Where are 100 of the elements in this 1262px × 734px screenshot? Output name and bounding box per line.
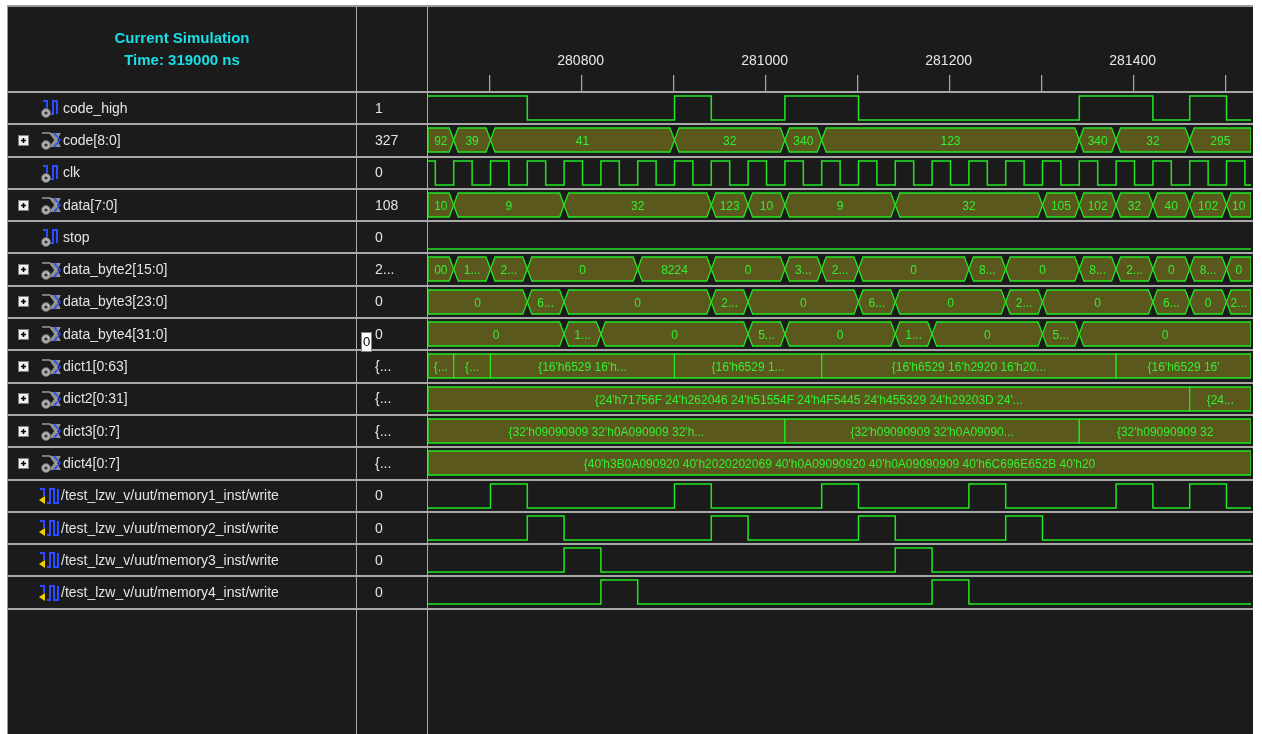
bus-value: 8...: [978, 263, 996, 277]
bus-value: {32'h09090909 32'h0A09090...: [850, 424, 1014, 439]
bus-value: 0: [492, 327, 500, 342]
bus-value: {16'h6529 16'h...: [538, 359, 627, 374]
bus-value: 340: [793, 133, 814, 148]
bus-value: 2...: [721, 295, 739, 310]
signal-value: {...: [375, 453, 392, 473]
signal-name[interactable]: clk: [63, 162, 81, 184]
expand-icon[interactable]: [17, 361, 29, 372]
bus-segment: [1152, 256, 1191, 283]
bus-value: 6...: [537, 295, 555, 310]
signal-name[interactable]: code_high: [63, 97, 128, 119]
bus-value: 5...: [758, 327, 775, 342]
bus-value: 295: [1210, 133, 1231, 148]
signal-value: {...: [375, 421, 392, 441]
expand-icon[interactable]: [17, 393, 29, 405]
bus-value: 0: [671, 327, 678, 342]
bus-value: 0: [983, 327, 991, 342]
bus-value: 2...: [1230, 295, 1248, 310]
bus-segment: [1115, 256, 1154, 283]
bus-value: 92: [434, 133, 448, 148]
bus-value: {16'h6529 16'h2920 16'h20...: [891, 359, 1047, 374]
signal-value: 0: [375, 550, 383, 570]
bus-value: {...: [433, 359, 448, 374]
bus-value: 1...: [463, 263, 481, 277]
output-signal-icon: [38, 582, 60, 603]
signal-name[interactable]: dict1[0:63]: [63, 356, 128, 377]
bus-value: {32'h09090909 32: [1116, 424, 1214, 439]
bus-value: {32'h09090909 32'h0A090909 32'h...: [508, 424, 705, 439]
bus-value: 10: [759, 198, 774, 213]
signal-value: 108: [375, 195, 399, 215]
bus-value: 00: [434, 263, 448, 277]
bus-value: 123: [940, 133, 961, 148]
signal-value: 0: [375, 518, 383, 538]
bus-signal-icon: [40, 356, 62, 377]
bus-value: 8...: [1199, 263, 1217, 277]
signal-value: 0: [375, 324, 383, 344]
expand-icon[interactable]: [17, 264, 29, 276]
bus-value: 0: [474, 295, 481, 310]
simulation-time: Time: 319000 ns: [124, 50, 240, 70]
bus-value: {16'h6529 1...: [711, 359, 785, 374]
signal-name[interactable]: dict4[0:7]: [63, 452, 120, 474]
bus-segment: [1078, 192, 1117, 218]
signal-name[interactable]: code[8:0]: [63, 129, 121, 151]
bus-value: 9: [505, 198, 513, 213]
bus-value: 0: [579, 263, 586, 277]
bus-value: {16'h6529 16': [1147, 359, 1220, 374]
bus-value: 340: [1087, 133, 1108, 148]
signal-value: 1: [375, 98, 383, 118]
signal-name[interactable]: /test_lzw_v/uut/memory3_inst/write: [61, 549, 279, 571]
bus-value: 2...: [1015, 295, 1033, 310]
bus-signal-icon: [40, 259, 62, 280]
signal-name[interactable]: data_byte3[23:0]: [63, 291, 168, 313]
bus-value: 32: [962, 198, 976, 213]
bus-value: 2...: [1126, 263, 1143, 277]
bus-value: 123: [719, 198, 740, 213]
time-label: 281400: [1109, 52, 1156, 68]
bus-value: 105: [1050, 198, 1071, 213]
bus-segment: [1115, 192, 1154, 218]
bus-value: 2...: [831, 263, 849, 277]
bus-signal-icon: [40, 453, 62, 474]
signal-name[interactable]: data_byte2[15:0]: [63, 259, 168, 281]
time-label: 281200: [925, 52, 972, 68]
bus-value: 0: [799, 295, 807, 310]
bus-value: 3...: [794, 263, 812, 277]
bus-value: 32: [631, 198, 645, 213]
signal-name[interactable]: stop: [63, 226, 90, 248]
bus-value: 102: [1198, 198, 1219, 213]
output-signal-icon: [38, 550, 60, 571]
signal-name[interactable]: data[7:0]: [63, 194, 118, 216]
signal-value: 0: [375, 583, 383, 603]
signal-name[interactable]: data_byte4[31:0]: [63, 323, 168, 345]
bus-value: 0: [1167, 263, 1175, 277]
expand-icon[interactable]: [17, 457, 29, 469]
bus-value: 6...: [1162, 295, 1180, 310]
signal-name[interactable]: /test_lzw_v/uut/memory1_inst/write: [61, 485, 279, 507]
bus-value: 0: [634, 295, 642, 310]
signal-name[interactable]: /test_lzw_v/uut/memory2_inst/write: [61, 517, 279, 539]
bus-value: 32: [1146, 133, 1160, 148]
signal-name[interactable]: dict3[0:7]: [63, 420, 120, 442]
bus-signal-icon: [40, 291, 62, 312]
time-label: 280800: [557, 52, 604, 68]
signal-name[interactable]: dict2[0:31]: [63, 388, 128, 410]
bus-value: 8...: [1089, 263, 1107, 277]
signal-name[interactable]: /test_lzw_v/uut/memory4_inst/write: [61, 582, 279, 604]
bus-value: 10: [434, 198, 448, 213]
signal-value: 0: [375, 292, 383, 312]
expand-icon[interactable]: [17, 296, 29, 308]
bus-value: 40: [1164, 198, 1178, 213]
signal-value: 2...: [375, 260, 395, 280]
bus-value: 0: [947, 295, 954, 310]
bus-value: 10: [1232, 198, 1246, 213]
expand-icon[interactable]: [17, 199, 29, 211]
expand-icon[interactable]: [17, 328, 29, 340]
bus-segment: [1189, 127, 1251, 153]
expand-icon[interactable]: [17, 134, 29, 146]
bus-value: 9: [836, 198, 844, 213]
expand-icon[interactable]: [17, 425, 29, 437]
signal-value: {...: [375, 389, 392, 409]
bus-value: 1...: [574, 327, 591, 342]
